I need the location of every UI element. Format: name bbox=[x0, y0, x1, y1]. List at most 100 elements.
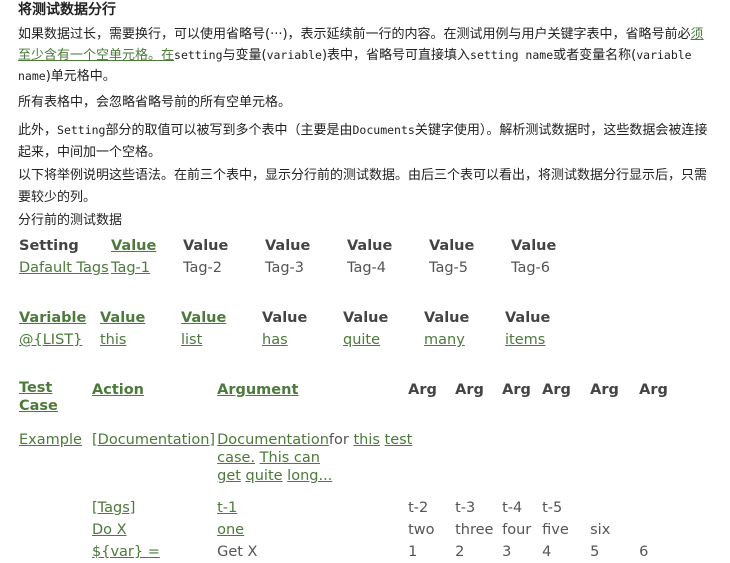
text: )单元格中。 bbox=[45, 69, 116, 84]
text: )表中，省略号可直接填入 bbox=[321, 48, 471, 63]
cell-link[interactable]: @{LIST} bbox=[18, 329, 99, 351]
cell bbox=[638, 519, 680, 541]
text: 如果数据过长，需要换行，可以使用省略号(···)，表示延续前一行的内容。在测试用… bbox=[18, 27, 691, 42]
code-setting-name: setting name bbox=[470, 48, 554, 62]
cell-link[interactable]: Example bbox=[18, 415, 91, 485]
table-header-row: Variable Value Value Value Value Value V… bbox=[18, 307, 585, 329]
link[interactable]: This can bbox=[260, 450, 320, 466]
col-header: Arg bbox=[639, 382, 668, 398]
paragraph-2: 所有表格中，会忽略省略号前的所有空单元格。 bbox=[18, 95, 292, 110]
page: 将测试数据分行 如果数据过长，需要换行，可以使用省略号(···)，表示延续前一行… bbox=[0, 0, 730, 560]
cell: Tag-2 bbox=[183, 260, 223, 276]
code-setting: setting bbox=[174, 48, 223, 62]
col-header: Setting bbox=[19, 238, 79, 254]
code-documents: Documents bbox=[352, 123, 415, 137]
cell: 4 bbox=[542, 544, 552, 560]
cell: 3 bbox=[502, 544, 512, 560]
col-header: Value bbox=[511, 238, 557, 254]
link[interactable]: long... bbox=[287, 468, 332, 484]
link[interactable]: test bbox=[385, 432, 413, 448]
cell: Tag-4 bbox=[347, 260, 387, 276]
cell: Tag-6 bbox=[511, 260, 551, 276]
table-row: Dafault Tags Tag-1 Tag-2 Tag-3 Tag-4 Tag… bbox=[18, 257, 592, 279]
table-row: [Tags] t-1 t-2 t-3 t-4 t-5 bbox=[18, 485, 680, 519]
section-heading: 将测试数据分行 bbox=[18, 2, 116, 18]
table-row: Do X one two three four five six bbox=[18, 519, 680, 541]
cell-link[interactable]: this bbox=[99, 329, 180, 351]
cell bbox=[18, 485, 91, 519]
col-header: Arg bbox=[502, 382, 531, 398]
col-header: Arg bbox=[408, 382, 437, 398]
documentation-cell: Documentationfor this test case. This ca… bbox=[216, 415, 454, 485]
cell-link[interactable]: items bbox=[504, 329, 585, 351]
cell: t-5 bbox=[542, 500, 563, 516]
paragraph-1: 如果数据过长，需要换行，可以使用省略号(···)，表示延续前一行的内容。在测试用… bbox=[18, 24, 712, 87]
cell: t-3 bbox=[455, 500, 476, 516]
col-header: Arg bbox=[542, 382, 571, 398]
cell-link[interactable]: Do X bbox=[91, 519, 216, 541]
cell: Tag-5 bbox=[429, 260, 469, 276]
cell: t-2 bbox=[408, 500, 429, 516]
setting-table: Setting Value Value Value Value Value Va… bbox=[18, 235, 592, 279]
cell: three bbox=[455, 522, 494, 538]
link-in[interactable]: 在 bbox=[161, 48, 174, 63]
cell-link[interactable]: Tag-1 bbox=[110, 257, 182, 279]
col-header-link[interactable]: Value bbox=[99, 307, 180, 329]
text: 或者变量名称( bbox=[553, 48, 637, 63]
col-header-link[interactable]: Variable bbox=[18, 307, 99, 329]
cell-link[interactable]: list bbox=[180, 329, 261, 351]
cell-link[interactable]: has bbox=[261, 329, 342, 351]
col-header-link[interactable]: Value bbox=[110, 235, 182, 257]
col-header-link[interactable]: Action bbox=[91, 379, 216, 415]
link[interactable]: this bbox=[353, 432, 379, 448]
cell: five bbox=[542, 522, 569, 538]
cell: Tag-3 bbox=[265, 260, 305, 276]
test-case-table: Test Case Action Argument Arg Arg Arg Ar… bbox=[18, 379, 680, 563]
cell-link[interactable]: [Tags] bbox=[91, 485, 216, 519]
cell-link[interactable]: t-1 bbox=[216, 485, 407, 519]
link[interactable]: get bbox=[217, 468, 241, 484]
col-header: Value bbox=[429, 238, 475, 254]
cell-link[interactable]: one bbox=[216, 519, 407, 541]
paragraph-4: 以下将举例说明这些语法。在前三个表中，显示分行前的测试数据。由后三个表可以看出，… bbox=[18, 168, 708, 205]
cell-link[interactable]: quite bbox=[342, 329, 423, 351]
cell: 2 bbox=[455, 544, 465, 560]
text: 部分的取值可以被写到多个表中（主要是由 bbox=[105, 123, 353, 138]
variable-table: Variable Value Value Value Value Value V… bbox=[18, 307, 585, 351]
col-header: Value bbox=[265, 238, 311, 254]
table-header-row: Test Case Action Argument Arg Arg Arg Ar… bbox=[18, 379, 680, 415]
cell: two bbox=[408, 522, 435, 538]
cell-link[interactable]: many bbox=[423, 329, 504, 351]
cell bbox=[18, 519, 91, 541]
paragraph-3: 此外，Setting部分的取值可以被写到多个表中（主要是由Documents关键… bbox=[18, 119, 712, 164]
code-setting: Setting bbox=[57, 123, 106, 137]
cell: four bbox=[502, 522, 532, 538]
col-header: Arg bbox=[590, 382, 619, 398]
cell bbox=[638, 415, 680, 485]
code-variable: variable bbox=[266, 48, 322, 62]
col-header: Value bbox=[505, 310, 551, 326]
cell-link[interactable]: Dafault Tags bbox=[18, 257, 110, 279]
text: 此外， bbox=[18, 123, 58, 138]
cell: 1 bbox=[408, 544, 418, 560]
cell bbox=[589, 485, 638, 519]
cell-link[interactable]: ${var} = bbox=[91, 541, 216, 563]
cell bbox=[541, 415, 589, 485]
cell: 6 bbox=[639, 544, 649, 560]
col-header-link[interactable]: Argument bbox=[216, 379, 407, 415]
text: for bbox=[328, 432, 349, 448]
cell bbox=[18, 541, 91, 563]
col-header: Value bbox=[424, 310, 470, 326]
link[interactable]: case. bbox=[217, 450, 255, 466]
table-header-row: Setting Value Value Value Value Value Va… bbox=[18, 235, 592, 257]
link[interactable]: quite bbox=[246, 468, 283, 484]
cell bbox=[501, 415, 541, 485]
col-header-link[interactable]: Value bbox=[180, 307, 261, 329]
table-row: Example [Documentation] Documentationfor… bbox=[18, 415, 680, 485]
link[interactable]: Documentation bbox=[217, 432, 329, 448]
col-header-link[interactable]: Test Case bbox=[18, 379, 91, 415]
cell: t-4 bbox=[502, 500, 523, 516]
cell: Get X bbox=[217, 544, 258, 560]
col-header: Value bbox=[347, 238, 393, 254]
cell-link[interactable]: [Documentation] bbox=[91, 415, 216, 485]
